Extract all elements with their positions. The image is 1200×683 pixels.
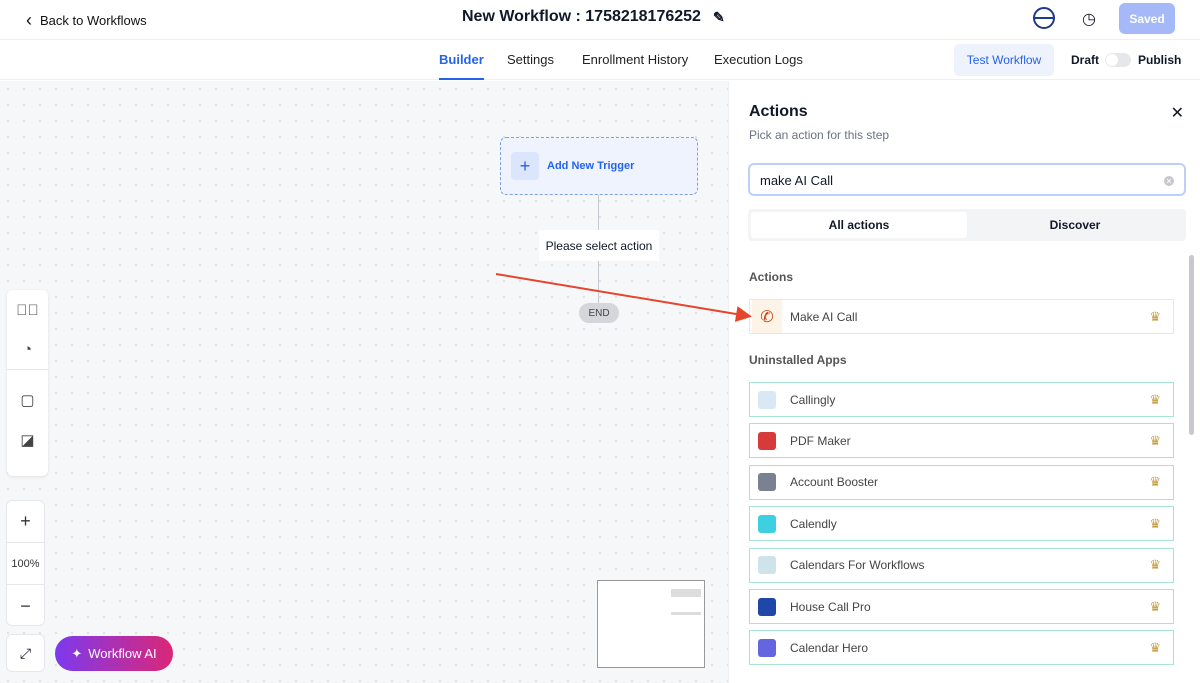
actions-panel: Actions Pick an action for this step ✕ m…: [728, 81, 1200, 683]
app-item[interactable]: Account Booster ♛: [749, 464, 1174, 500]
app-logo-icon: [752, 590, 782, 623]
connector-line: [598, 261, 599, 303]
app-label: Calendars For Workflows: [790, 558, 925, 573]
panel-subtitle: Pick an action for this step: [749, 128, 890, 142]
sticky-note-icon[interactable]: ◪: [7, 420, 48, 460]
zoom-out-button[interactable]: −: [7, 585, 44, 627]
trigger-label: Add New Trigger: [547, 160, 635, 172]
publish-label: Publish: [1138, 53, 1182, 67]
app-label: Calendly: [790, 516, 837, 531]
history-icon[interactable]: ◷: [1082, 9, 1096, 29]
uninstalled-heading: Uninstalled Apps: [749, 353, 847, 367]
zoom-in-button[interactable]: +: [7, 501, 44, 543]
tab-builder[interactable]: Builder: [439, 52, 484, 80]
app-logo-icon: [752, 549, 782, 582]
crown-icon: ♛: [1149, 308, 1161, 324]
actions-heading: Actions: [749, 270, 794, 284]
canvas-toolbar: ✓⃝ ◔ ▢ ◪: [7, 290, 48, 476]
back-label: Back to Workflows: [40, 13, 147, 28]
top-bar: ‹ Back to Workflows New Workflow : 175821…: [0, 0, 1200, 40]
add-trigger-node[interactable]: + Add New Trigger: [500, 137, 698, 195]
pencil-icon[interactable]: ✎: [713, 9, 725, 26]
check-circle-icon[interactable]: ✓⃝: [7, 290, 48, 330]
crown-icon: ♛: [1149, 515, 1161, 531]
crown-icon: ♛: [1149, 432, 1161, 448]
workflow-canvas[interactable]: + Add New Trigger Please select action EN…: [0, 81, 728, 683]
back-button[interactable]: ‹ Back to Workflows: [26, 10, 147, 31]
close-icon[interactable]: ✕: [1171, 103, 1184, 123]
crown-icon: ♛: [1149, 557, 1161, 573]
app-item[interactable]: Calendar Hero ♛: [749, 630, 1174, 666]
test-workflow-button[interactable]: Test Workflow: [954, 44, 1054, 76]
app-item[interactable]: House Call Pro ♛: [749, 589, 1174, 624]
scrollbar[interactable]: [1189, 255, 1194, 435]
app-item[interactable]: Calendars For Workflows ♛: [749, 547, 1174, 583]
app-label: Callingly: [790, 392, 836, 407]
app-item[interactable]: Calendly ♛: [749, 506, 1174, 542]
tab-settings[interactable]: Settings: [507, 52, 554, 67]
crown-icon: ♛: [1149, 598, 1161, 614]
tab-discover[interactable]: Discover: [967, 212, 1183, 238]
tab-execution-logs[interactable]: Execution Logs: [714, 52, 803, 67]
search-input[interactable]: make AI Call ✕: [748, 163, 1186, 196]
tab-enrollment-history[interactable]: Enrollment History: [582, 52, 688, 67]
saved-button[interactable]: Saved: [1119, 3, 1175, 34]
app-logo-icon: [752, 466, 782, 499]
app-label: Account Booster: [790, 475, 879, 490]
tab-bar: Builder Settings Enrollment History Exec…: [0, 40, 1200, 80]
app-item[interactable]: PDF Maker ♛: [749, 423, 1174, 459]
phone-icon: ✆: [752, 300, 782, 333]
zoom-controls: + 100% −: [6, 500, 45, 626]
pie-chart-icon[interactable]: ◔: [7, 330, 48, 370]
crown-icon: ♛: [1149, 391, 1161, 407]
title-text: New Workflow : 1758218176252: [462, 8, 701, 25]
crown-icon: ♛: [1149, 474, 1161, 490]
fit-view-button[interactable]: ⤢: [6, 634, 45, 672]
minimap[interactable]: [597, 580, 705, 668]
clear-icon[interactable]: ✕: [1164, 176, 1174, 186]
app-logo-icon: [752, 507, 782, 540]
end-node: END: [579, 303, 619, 323]
plus-icon: +: [511, 152, 539, 180]
workflow-ai-label: Workflow AI: [88, 646, 157, 661]
expand-icon: ⤢: [19, 644, 32, 661]
tab-all-actions[interactable]: All actions: [751, 212, 967, 238]
connector-line: [598, 195, 599, 230]
action-label: Make AI Call: [790, 309, 858, 324]
app-item[interactable]: Callingly ♛: [749, 382, 1174, 417]
draft-label: Draft: [1071, 53, 1100, 67]
publish-toggle[interactable]: [1105, 53, 1131, 67]
action-filter: All actions Discover: [748, 209, 1186, 241]
app-label: PDF Maker: [790, 433, 851, 448]
chevron-left-icon: ‹: [26, 10, 32, 30]
app-logo-icon: [752, 631, 782, 664]
crown-icon: ♛: [1149, 639, 1161, 655]
panel-title: Actions: [749, 103, 808, 120]
comment-icon[interactable]: ▢: [7, 380, 48, 420]
app-label: House Call Pro: [790, 599, 871, 614]
select-action-node[interactable]: Please select action: [539, 230, 659, 261]
app-logo-icon: [752, 383, 782, 416]
action-make-ai-call[interactable]: ✆ Make AI Call ♛: [749, 299, 1174, 334]
workflow-title: New Workflow : 1758218176252 ✎: [462, 8, 725, 26]
sparkle-icon: ✦: [71, 645, 83, 661]
globe-icon[interactable]: [1033, 7, 1055, 29]
app-label: Calendar Hero: [790, 640, 869, 655]
workflow-ai-button[interactable]: ✦ Workflow AI: [55, 636, 173, 671]
zoom-level: 100%: [7, 543, 44, 585]
app-logo-icon: [752, 424, 782, 457]
search-value: make AI Call: [760, 173, 833, 188]
